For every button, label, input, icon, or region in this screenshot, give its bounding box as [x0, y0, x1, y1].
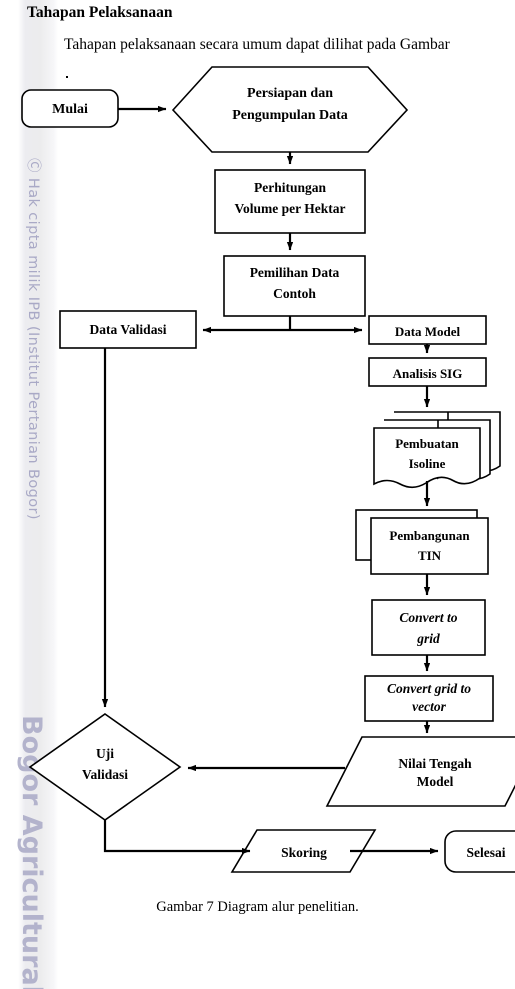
stray-dot-mark [66, 76, 68, 78]
node-analisis-sig[interactable] [368, 357, 487, 387]
page-root: Ⓒ Hak cipta milik IPB (Institut Pertania… [0, 0, 515, 989]
node-data-validasi[interactable] [59, 310, 197, 349]
node-selesai[interactable] [444, 830, 515, 873]
body-paragraph: Tahapan pelaksanaan secara umum dapat di… [64, 36, 450, 53]
node-nilai-tengah-model[interactable] [325, 736, 515, 807]
flowchart-diagram [21, 66, 515, 873]
node-tin[interactable] [370, 517, 489, 575]
node-isoline[interactable] [373, 427, 481, 489]
figure-caption: Gambar 7 Diagram alur penelitian. [156, 899, 359, 915]
node-convert-grid-to-vector[interactable] [364, 675, 494, 722]
node-pemilihan[interactable] [223, 255, 366, 317]
node-perhitungan[interactable] [214, 169, 366, 234]
section-heading: Tahapan Pelaksanaan [27, 4, 173, 21]
node-data-model[interactable] [368, 315, 487, 345]
node-uji-validasi[interactable] [28, 713, 182, 821]
node-persiapan[interactable] [171, 66, 409, 153]
node-convert-to-grid[interactable] [371, 599, 486, 656]
edge-uji-validasi-to-skoring [103, 820, 251, 855]
node-mulai[interactable] [21, 89, 119, 128]
